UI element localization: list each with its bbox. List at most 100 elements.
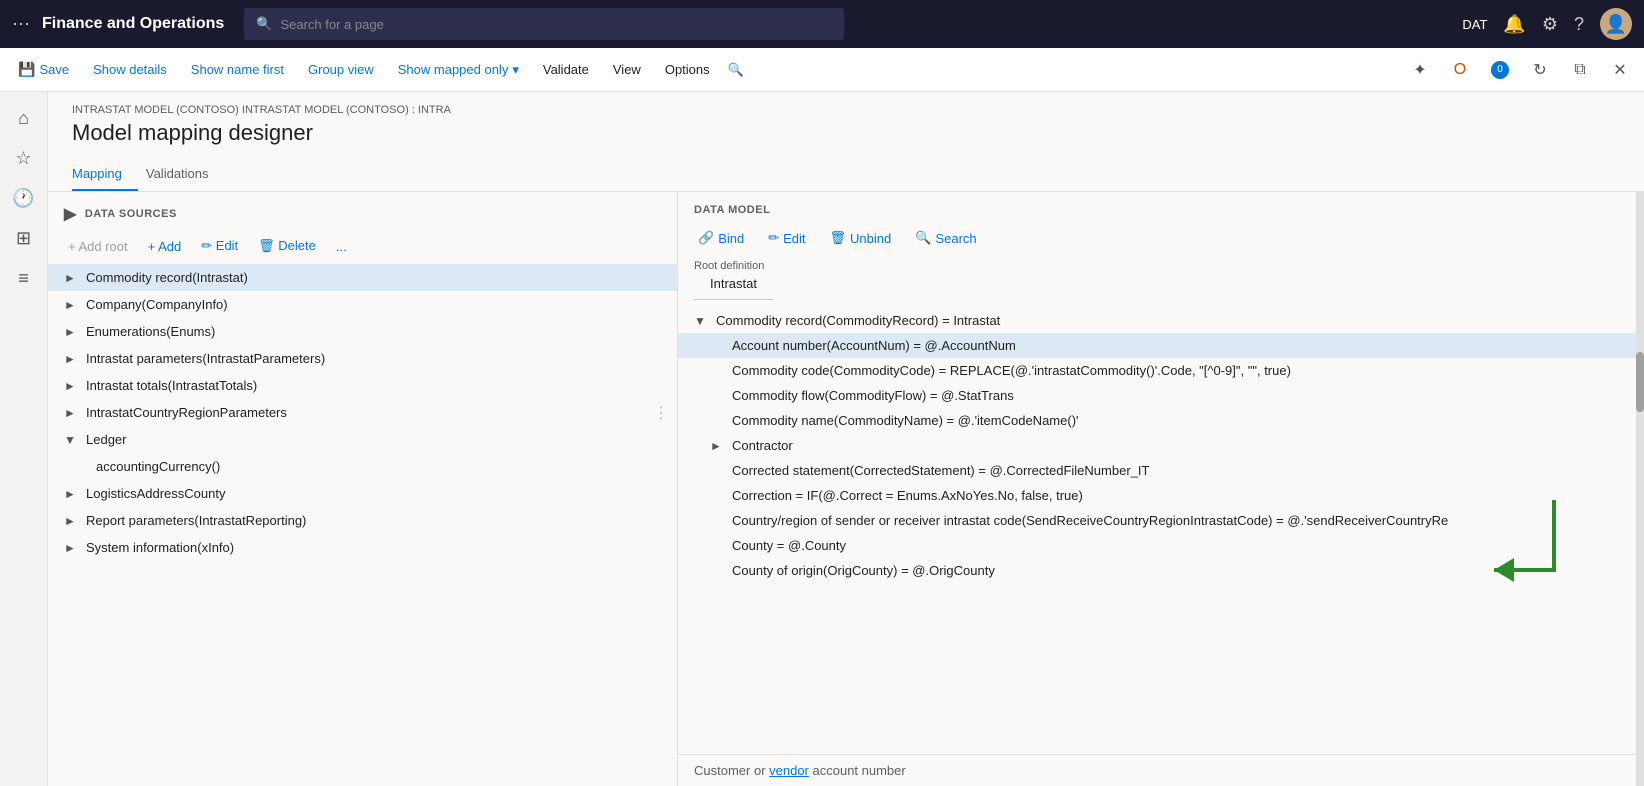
list-item[interactable]: accountingCurrency() bbox=[48, 453, 677, 480]
list-item[interactable]: ► LogisticsAddressCounty bbox=[48, 480, 677, 507]
notification-icon[interactable]: 🔔 bbox=[1503, 14, 1525, 35]
list-item[interactable]: ► Enumerations(Enums) bbox=[48, 318, 677, 345]
list-item[interactable]: ► Commodity record(Intrastat) bbox=[48, 264, 677, 291]
sidebar-workspaces-icon[interactable]: ⊞ bbox=[6, 220, 42, 256]
save-icon: 💾 bbox=[18, 61, 35, 78]
datamodel-header: DATA MODEL bbox=[678, 192, 1644, 224]
dm-list-item[interactable]: County = @.County bbox=[678, 533, 1644, 558]
bottom-tooltip: Customer or vendor account number bbox=[678, 754, 1644, 786]
settings-icon[interactable]: ⚙ bbox=[1542, 14, 1558, 35]
sidebar-favorites-icon[interactable]: ☆ bbox=[6, 140, 42, 176]
expand-icon: ► bbox=[64, 487, 80, 501]
collapse-icon[interactable]: ▶ bbox=[64, 204, 77, 224]
more-button[interactable]: ... bbox=[332, 237, 351, 256]
sidebar-list-icon[interactable]: ≡ bbox=[6, 260, 42, 296]
refresh-icon[interactable]: ↻ bbox=[1524, 54, 1556, 86]
list-item[interactable]: ► Report parameters(IntrastatReporting) bbox=[48, 507, 677, 534]
edit-button[interactable]: ✏ Edit bbox=[197, 236, 242, 256]
add-root-button[interactable]: + Add root bbox=[64, 237, 132, 256]
view-button[interactable]: View bbox=[603, 58, 651, 81]
scrollbar-thumb[interactable] bbox=[1636, 352, 1644, 412]
open-new-icon[interactable]: ⧉ bbox=[1564, 54, 1596, 86]
root-def-label: Root definition bbox=[678, 256, 1644, 274]
bind-button[interactable]: 🔗 Bind bbox=[694, 228, 748, 248]
dm-list-item[interactable]: Commodity name(CommodityName) = @.'itemC… bbox=[678, 408, 1644, 433]
scrollbar[interactable] bbox=[1636, 192, 1644, 786]
expand-icon: ► bbox=[64, 379, 80, 393]
show-name-first-button[interactable]: Show name first bbox=[181, 58, 294, 81]
dm-search-button[interactable]: 🔍 Search bbox=[911, 228, 980, 248]
datasources-header: ▶ DATA SOURCES bbox=[48, 192, 677, 232]
office-icon[interactable]: O bbox=[1444, 54, 1476, 86]
expand-icon: ► bbox=[64, 271, 80, 285]
avatar[interactable]: 👤 bbox=[1600, 8, 1632, 40]
breadcrumb: INTRASTAT MODEL (CONTOSO) INTRASTAT MODE… bbox=[72, 104, 1620, 116]
show-details-button[interactable]: Show details bbox=[83, 58, 177, 81]
panel-actions: + Add root + Add ✏ Edit 🗑 Delete ... bbox=[48, 232, 677, 264]
dm-list-item[interactable]: ► Contractor bbox=[678, 433, 1644, 458]
unbind-icon: 🗑 bbox=[830, 230, 847, 246]
sparkle-icon[interactable]: ✦ bbox=[1404, 54, 1436, 86]
unbind-button[interactable]: 🗑 Unbind bbox=[826, 228, 896, 248]
list-item[interactable]: ► Intrastat totals(IntrastatTotals) bbox=[48, 372, 677, 399]
expand-icon: ► bbox=[64, 541, 80, 555]
search-icon: 🔍 bbox=[256, 16, 272, 32]
dm-list-item[interactable]: Country/region of sender or receiver int… bbox=[678, 508, 1644, 533]
datamodel-tree: ▼ Commodity record(CommodityRecord) = In… bbox=[678, 300, 1644, 754]
sidebar-recent-icon[interactable]: 🕐 bbox=[6, 180, 42, 216]
datamodel-actions: 🔗 Bind ✏ Edit 🗑 Unbind 🔍 Search bbox=[678, 224, 1644, 256]
top-nav: ⋯ Finance and Operations 🔍 Search for a … bbox=[0, 0, 1644, 48]
tab-validations[interactable]: Validations bbox=[146, 158, 225, 191]
list-item[interactable]: ► IntrastatCountryRegionParameters ⋮ bbox=[48, 399, 677, 426]
expand-icon: ▼ bbox=[694, 314, 710, 328]
root-def-value: Intrastat bbox=[694, 274, 773, 300]
right-panel: DATA MODEL 🔗 Bind ✏ Edit 🗑 Unbind bbox=[678, 192, 1644, 786]
dm-list-item[interactable]: Commodity code(CommodityCode) = REPLACE(… bbox=[678, 358, 1644, 383]
expand-icon: ► bbox=[64, 352, 80, 366]
expand-icon: ► bbox=[64, 514, 80, 528]
split-panel: ▶ DATA SOURCES + Add root + Add ✏ Edit 🗑… bbox=[48, 192, 1644, 786]
dm-list-item[interactable]: ▼ Commodity record(CommodityRecord) = In… bbox=[678, 308, 1644, 333]
waffle-icon[interactable]: ⋯ bbox=[12, 14, 30, 35]
dm-list-item[interactable]: County of origin(OrigCounty) = @.OrigCou… bbox=[678, 558, 1644, 583]
vendor-link[interactable]: vendor bbox=[769, 763, 809, 778]
search-bar[interactable]: 🔍 Search for a page bbox=[244, 8, 844, 40]
expand-icon: ► bbox=[64, 298, 80, 312]
content-area: INTRASTAT MODEL (CONTOSO) INTRASTAT MODE… bbox=[48, 92, 1644, 786]
top-right: DAT 🔔 ⚙ ? 👤 bbox=[1462, 8, 1632, 40]
toolbar-right: ✦ O 0 ↻ ⧉ ✕ bbox=[1404, 54, 1636, 86]
notification-badge: 0 bbox=[1491, 61, 1509, 79]
bind-icon: 🔗 bbox=[698, 230, 714, 246]
list-item[interactable]: ► System information(xInfo) bbox=[48, 534, 677, 561]
dm-list-item[interactable]: Correction = IF(@.Correct = Enums.AxNoYe… bbox=[678, 483, 1644, 508]
search-placeholder: Search for a page bbox=[280, 17, 383, 32]
page-header: INTRASTAT MODEL (CONTOSO) INTRASTAT MODE… bbox=[48, 92, 1644, 158]
app-title: Finance and Operations bbox=[42, 15, 224, 33]
page-title: Model mapping designer bbox=[72, 120, 1620, 146]
options-button[interactable]: Options bbox=[655, 58, 720, 81]
datasource-tree: ► Commodity record(Intrastat) ► Company(… bbox=[48, 264, 677, 786]
show-mapped-only-button[interactable]: Show mapped only ▾ bbox=[388, 58, 529, 82]
save-button[interactable]: 💾 Save bbox=[8, 57, 79, 82]
expand-icon: ▼ bbox=[64, 433, 80, 447]
help-icon[interactable]: ? bbox=[1574, 14, 1584, 35]
add-button[interactable]: + Add bbox=[144, 237, 186, 256]
list-item[interactable]: ► Intrastat parameters(IntrastatParamete… bbox=[48, 345, 677, 372]
list-item[interactable]: ► Company(CompanyInfo) bbox=[48, 291, 677, 318]
sidebar-icons: ⌂ ☆ 🕐 ⊞ ≡ bbox=[0, 92, 48, 786]
dm-list-item[interactable]: Account number(AccountNum) = @.AccountNu… bbox=[678, 333, 1644, 358]
sidebar-home-icon[interactable]: ⌂ bbox=[6, 100, 42, 136]
tab-mapping[interactable]: Mapping bbox=[72, 158, 138, 191]
dm-list-item[interactable]: Commodity flow(CommodityFlow) = @.StatTr… bbox=[678, 383, 1644, 408]
dm-list-item[interactable]: Corrected statement(CorrectedStatement) … bbox=[678, 458, 1644, 483]
dm-edit-button[interactable]: ✏ Edit bbox=[764, 228, 809, 248]
close-icon[interactable]: ✕ bbox=[1604, 54, 1636, 86]
delete-button[interactable]: 🗑 Delete bbox=[254, 236, 320, 256]
validate-button[interactable]: Validate bbox=[533, 58, 599, 81]
group-view-button[interactable]: Group view bbox=[298, 58, 384, 81]
badge-icon[interactable]: 0 bbox=[1484, 54, 1516, 86]
list-item[interactable]: ▼ Ledger bbox=[48, 426, 677, 453]
dropdown-chevron-icon: ▾ bbox=[512, 62, 519, 78]
expand-icon: ► bbox=[64, 325, 80, 339]
expand-icon: ► bbox=[710, 439, 726, 453]
